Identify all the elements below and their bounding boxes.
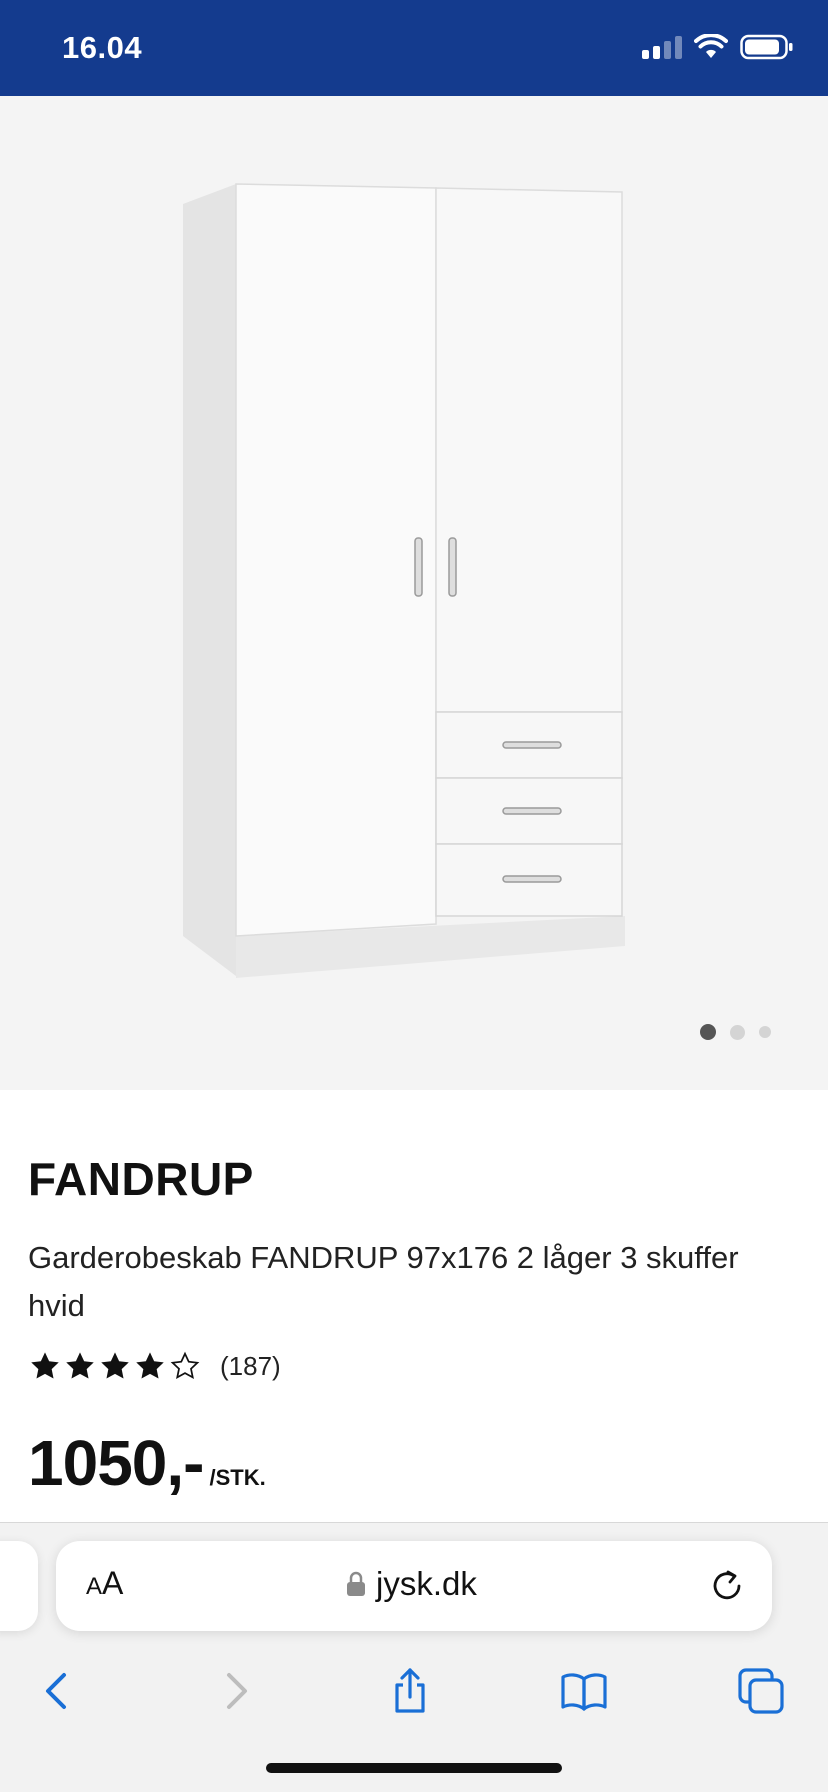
star-empty-icon (170, 1351, 200, 1379)
star-filled-icon (31, 1352, 59, 1379)
gallery-dot-active[interactable] (700, 1024, 716, 1040)
status-bar: 16.04 (0, 0, 828, 96)
gallery-pagination[interactable] (700, 1024, 771, 1040)
chevron-left-icon[interactable] (33, 1667, 81, 1715)
price-unit: /STK. (209, 1465, 266, 1490)
url-display[interactable]: jysk.dk (346, 1565, 477, 1603)
reader-text-size-button[interactable]: AA (86, 1565, 123, 1607)
review-count[interactable]: (187) (220, 1351, 281, 1382)
cellular-signal-icon (642, 35, 682, 59)
battery-icon (740, 34, 793, 60)
chevron-right-icon[interactable] (212, 1667, 260, 1715)
product-description: Garderobeskab FANDRUP 97x176 2 låger 3 s… (28, 1240, 739, 1323)
previous-tab-preview[interactable] (0, 1541, 38, 1631)
product-rating[interactable]: (187) (28, 1350, 281, 1382)
book-icon[interactable] (560, 1667, 608, 1715)
product-brand: FANDRUP (28, 1153, 254, 1205)
product-price: 1050,- /STK. (28, 1426, 266, 1500)
rating-stars (28, 1350, 202, 1382)
aa-large-label: A (102, 1565, 124, 1601)
star-filled-icon (136, 1352, 164, 1379)
gallery-dot[interactable] (730, 1024, 745, 1040)
price-value: 1050,- (28, 1427, 204, 1499)
wifi-icon (694, 34, 728, 58)
share-icon[interactable] (386, 1667, 434, 1715)
star-filled-icon (101, 1352, 129, 1379)
reload-icon[interactable] (708, 1567, 746, 1605)
url-text: jysk.dk (376, 1565, 477, 1602)
gallery-dot[interactable] (759, 1026, 771, 1038)
browser-toolbar (0, 1651, 828, 1731)
status-icons (642, 34, 794, 60)
status-time: 16.04 (62, 30, 143, 65)
home-indicator[interactable] (266, 1763, 562, 1773)
address-bar[interactable]: AA jysk.dk (56, 1541, 772, 1631)
wardrobe-product-image (183, 183, 625, 978)
browser-bottom-bar: AA jysk.dk (0, 1522, 828, 1792)
lock-icon (347, 1571, 365, 1596)
product-image-gallery[interactable] (0, 96, 828, 1090)
aa-small-label: A (86, 1573, 103, 1600)
tabs-icon[interactable] (737, 1667, 785, 1715)
star-filled-icon (66, 1352, 94, 1379)
